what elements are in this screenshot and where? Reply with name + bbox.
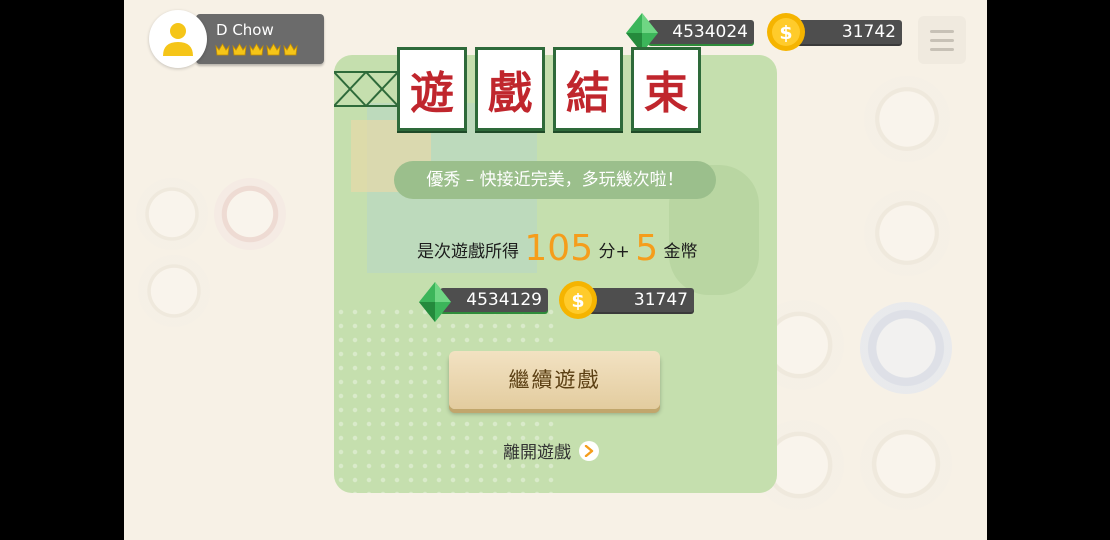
crown-icon: [232, 43, 247, 56]
leave-game-label[interactable]: 離開遊戲: [503, 438, 571, 463]
coin-bonus: 5: [635, 228, 659, 269]
dollar-coin-icon: $: [767, 13, 805, 51]
score-summary: 是次遊戲所得 105 分+ 5 金幣: [417, 228, 698, 269]
svg-text:$: $: [571, 290, 584, 312]
new-coin-balance: 31747: [582, 288, 694, 312]
new-gem-balance-value: 4534129: [466, 290, 542, 310]
lattice-decoration: [334, 71, 398, 107]
background-plate: [860, 418, 952, 510]
player-name: D Chow: [216, 21, 274, 39]
background-plate: [864, 76, 950, 162]
crown-icon: [215, 43, 230, 56]
title-tile: 戲: [475, 47, 545, 131]
coin-balance: 31742: [790, 20, 902, 44]
title-tile: 束: [631, 47, 701, 131]
background-plate: [864, 190, 950, 276]
continue-game-button[interactable]: 繼續遊戲: [449, 351, 660, 409]
coin-unit: 金幣: [663, 242, 698, 262]
new-gem-balance: 4534129: [440, 288, 548, 312]
background-plate: [136, 178, 208, 250]
gem-balance: 4534024: [648, 20, 754, 44]
crown-icon: [266, 43, 281, 56]
hamburger-menu-icon[interactable]: [918, 16, 966, 64]
rating-message: 優秀 – 快接近完美，多玩幾次啦！: [394, 161, 716, 199]
gem-balance-value: 4534024: [672, 22, 748, 42]
coin-balance-value: 31742: [841, 22, 896, 42]
score-unit: 分+: [598, 242, 630, 262]
new-coin-balance-value: 31747: [633, 290, 688, 310]
svg-text:$: $: [779, 22, 792, 44]
score-prefix: 是次遊戲所得: [417, 242, 519, 262]
score-value: 105: [524, 228, 594, 269]
leave-game-link[interactable]: 離開遊戲: [503, 438, 599, 463]
game-over-title: 遊 戲 結 束: [397, 47, 701, 131]
player-info-plate: D Chow: [196, 14, 324, 64]
background-plate: [138, 255, 210, 327]
dollar-coin-icon: $: [559, 281, 597, 319]
player-rank-crowns: [215, 43, 298, 56]
title-tile: 結: [553, 47, 623, 131]
chevron-right-icon[interactable]: [579, 440, 599, 461]
title-tile: 遊: [397, 47, 467, 131]
user-silhouette-icon: [163, 23, 193, 56]
background-plate: [860, 302, 952, 394]
crown-icon: [283, 43, 298, 56]
background-plate: [214, 178, 286, 250]
player-avatar[interactable]: [149, 10, 207, 68]
green-gem-icon: [419, 282, 451, 322]
crown-icon: [249, 43, 264, 56]
